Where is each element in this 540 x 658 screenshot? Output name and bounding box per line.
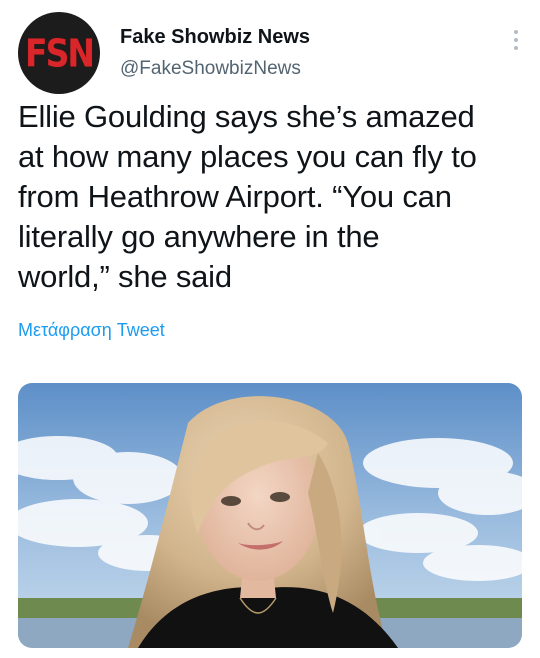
more-options-icon[interactable] [506,26,526,54]
photo-illustration [18,383,522,648]
tweet-text-line: at how many places you can fly to [18,139,477,174]
display-name[interactable]: Fake Showbiz News [120,24,310,50]
author-names: Fake Showbiz News @FakeShowbizNews [120,24,310,82]
eye-left [221,496,241,506]
more-dot [514,30,518,34]
avatar-logo: FSN [25,30,95,76]
tweet-image[interactable] [18,383,522,648]
user-handle[interactable]: @FakeShowbizNews [120,56,310,82]
tweet-text-line: literally go anywhere in the [18,219,380,254]
tweet-header: FSN Fake Showbiz News @FakeShowbizNews [18,12,528,96]
tweet-text: Ellie Goulding says she’s amazed at how … [18,97,528,297]
tweet-card[interactable]: FSN Fake Showbiz News @FakeShowbizNews E… [0,0,540,658]
more-dot [514,46,518,50]
eye-right [270,492,290,502]
translate-tweet-link[interactable]: Μετάφραση Tweet [18,320,165,341]
avatar[interactable]: FSN [18,12,100,94]
tweet-text-line: from Heathrow Airport. “You can [18,179,452,214]
tweet-text-line: Ellie Goulding says she’s amazed [18,99,475,134]
tweet-text-line: world,” she said [18,259,232,294]
more-dot [514,38,518,42]
